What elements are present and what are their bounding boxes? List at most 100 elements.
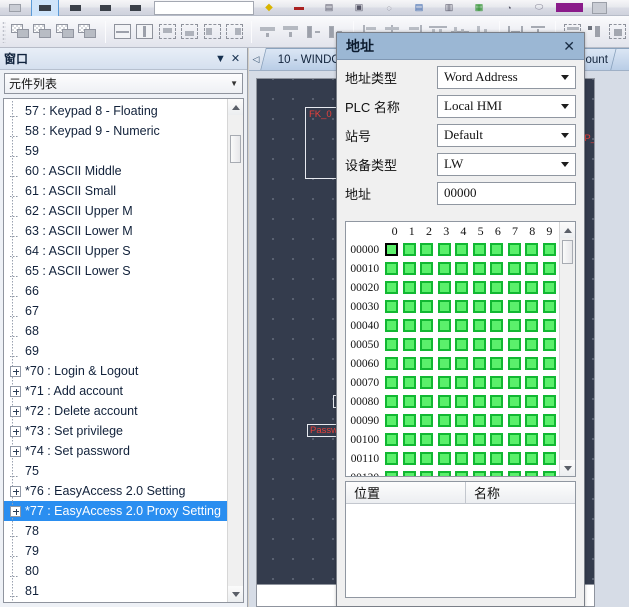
- grid-bit-cell[interactable]: [401, 338, 418, 351]
- grid-scroll-down-button[interactable]: [560, 460, 575, 476]
- grid-bit-cell[interactable]: [540, 433, 557, 446]
- grid-bit-cell[interactable]: [418, 300, 435, 313]
- expand-icon[interactable]: [10, 385, 21, 397]
- tree-vertical-scrollbar[interactable]: [227, 99, 243, 602]
- layer-backward-icon[interactable]: [78, 19, 99, 45]
- grid-bit-cell[interactable]: [488, 262, 505, 275]
- window-list-item[interactable]: 60 : ASCII Middle: [4, 161, 227, 181]
- grid-bit-cell[interactable]: [453, 414, 470, 427]
- grid-bit-cell[interactable]: [506, 300, 523, 313]
- grid-bit-cell[interactable]: [436, 357, 453, 370]
- grid-bit-cell[interactable]: [540, 243, 557, 256]
- grid-bit-cell[interactable]: [418, 433, 435, 446]
- nudge-down-icon[interactable]: [281, 19, 302, 45]
- grid-bit-cell[interactable]: [453, 433, 470, 446]
- grid-bit-cell[interactable]: [453, 319, 470, 332]
- expand-icon[interactable]: [10, 405, 21, 417]
- window-list-item[interactable]: 82: [4, 601, 227, 602]
- grid-bit-cell[interactable]: [523, 376, 540, 389]
- grid-bit-cell[interactable]: [523, 300, 540, 313]
- expand-icon[interactable]: [10, 365, 21, 377]
- size-top-icon[interactable]: [157, 19, 178, 45]
- grid-bit-cell[interactable]: [540, 281, 557, 294]
- grid-bit-cell[interactable]: [453, 262, 470, 275]
- grid-bit-cell[interactable]: [523, 452, 540, 465]
- grid-bit-cell[interactable]: [436, 243, 453, 256]
- grid-bit-cell[interactable]: [401, 395, 418, 408]
- grid-bit-cell[interactable]: [383, 300, 400, 313]
- grid-bit-cell[interactable]: [488, 452, 505, 465]
- device-type-combo[interactable]: LW: [437, 152, 576, 176]
- window-list-item[interactable]: 62 : ASCII Upper M: [4, 201, 227, 221]
- grid-bit-cell[interactable]: [506, 395, 523, 408]
- grid-bit-cell[interactable]: [383, 243, 400, 256]
- grid-bit-cell[interactable]: [401, 357, 418, 370]
- grid-bit-cell[interactable]: [540, 338, 557, 351]
- toolbar-text-field[interactable]: [154, 0, 254, 15]
- toolbar-grip[interactable]: [2, 20, 7, 43]
- grid-bit-cell[interactable]: [401, 319, 418, 332]
- grid-bit-cell[interactable]: [401, 433, 418, 446]
- grid-bit-cell[interactable]: [506, 243, 523, 256]
- grid-bit-cell[interactable]: [488, 338, 505, 351]
- grid-bit-cell[interactable]: [488, 395, 505, 408]
- grid-bit-cell[interactable]: [471, 243, 488, 256]
- grid-bit-cell[interactable]: [383, 357, 400, 370]
- scroll-down-button[interactable]: [228, 586, 243, 602]
- address-bottom-list[interactable]: 位置 名称: [345, 481, 576, 598]
- grid-bit-cell[interactable]: [523, 357, 540, 370]
- grid-bit-cell[interactable]: [453, 300, 470, 313]
- grid-bit-cell[interactable]: [453, 357, 470, 370]
- grid-bit-cell[interactable]: [506, 376, 523, 389]
- window-list-item[interactable]: 79: [4, 541, 227, 561]
- grid-bit-cell[interactable]: [383, 376, 400, 389]
- grid-bit-cell[interactable]: [506, 281, 523, 294]
- grid-bit-cell[interactable]: [436, 281, 453, 294]
- grid-bit-cell[interactable]: [488, 376, 505, 389]
- grid-bit-cell[interactable]: [436, 471, 453, 476]
- grid-bit-cell[interactable]: [436, 338, 453, 351]
- window-list-item[interactable]: 64 : ASCII Upper S: [4, 241, 227, 261]
- grid-bit-cell[interactable]: [418, 471, 435, 476]
- grid-bit-cell[interactable]: [471, 433, 488, 446]
- grid-bit-cell[interactable]: [401, 471, 418, 476]
- grid-bit-cell[interactable]: [523, 281, 540, 294]
- grid-bit-cell[interactable]: [540, 300, 557, 313]
- grid-bit-cell[interactable]: [436, 433, 453, 446]
- grid-bit-cell[interactable]: [506, 414, 523, 427]
- grid-bit-cell[interactable]: [383, 452, 400, 465]
- layer-front-icon[interactable]: [10, 19, 31, 45]
- grid-bit-cell[interactable]: [436, 319, 453, 332]
- close-icon[interactable]: ✕: [228, 51, 243, 66]
- nudge-up-icon[interactable]: [258, 19, 279, 45]
- grid-bit-cell[interactable]: [471, 395, 488, 408]
- grid-bit-cell[interactable]: [453, 338, 470, 351]
- grid-bit-cell[interactable]: [401, 452, 418, 465]
- grid-bit-cell[interactable]: [488, 243, 505, 256]
- window-list-item[interactable]: 61 : ASCII Small: [4, 181, 227, 201]
- grid-bit-cell[interactable]: [488, 281, 505, 294]
- window-list-item[interactable]: *74 : Set password: [4, 441, 227, 461]
- scroll-up-button[interactable]: [228, 99, 243, 115]
- grid-bit-cell[interactable]: [506, 471, 523, 476]
- address-input[interactable]: 00000: [437, 181, 576, 205]
- scroll-thumb[interactable]: [230, 135, 241, 163]
- expand-icon[interactable]: [10, 505, 21, 517]
- grid-bit-cell[interactable]: [523, 319, 540, 332]
- grid-bit-cell[interactable]: [418, 357, 435, 370]
- grid-bit-cell[interactable]: [383, 471, 400, 476]
- window-list-item[interactable]: 66: [4, 281, 227, 301]
- grid-bit-cell[interactable]: [471, 281, 488, 294]
- window-list-item[interactable]: 58 : Keypad 9 - Numeric: [4, 121, 227, 141]
- grid-bit-cell[interactable]: [453, 281, 470, 294]
- grid-bit-cell[interactable]: [436, 452, 453, 465]
- grid-bit-cell[interactable]: [418, 262, 435, 275]
- size-bottom-icon[interactable]: [179, 19, 200, 45]
- grid-bit-cell[interactable]: [523, 243, 540, 256]
- window-list-item[interactable]: 78: [4, 521, 227, 541]
- grid-bit-cell[interactable]: [540, 452, 557, 465]
- grid-scroll-thumb[interactable]: [562, 240, 573, 264]
- grid-bit-cell[interactable]: [471, 319, 488, 332]
- grid-bit-cell[interactable]: [523, 414, 540, 427]
- grid-bit-cell[interactable]: [540, 319, 557, 332]
